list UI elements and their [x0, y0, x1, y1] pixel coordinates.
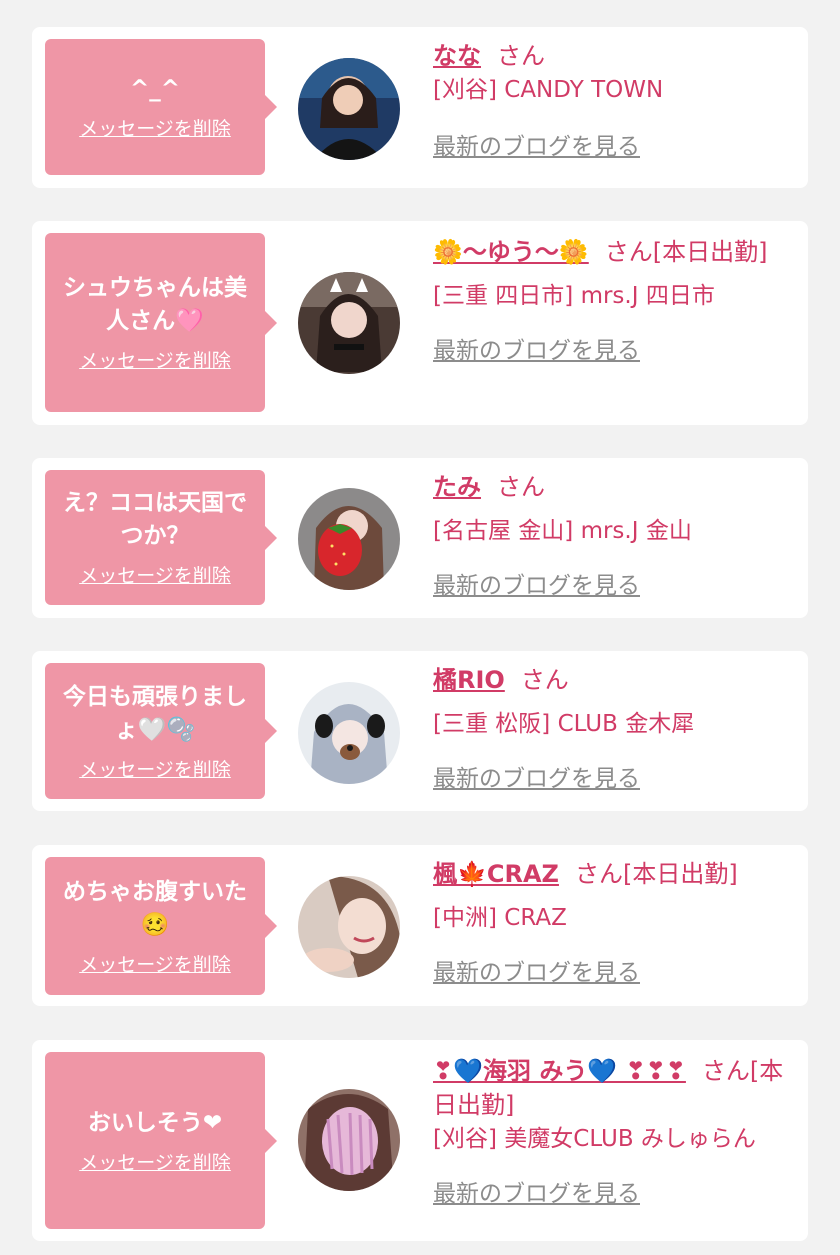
delete-message-link[interactable]: メッセージを削除: [79, 561, 231, 588]
message-bubble: え？ココは天国でつか？ メッセージを削除: [45, 470, 277, 605]
message-bubble: おいしそう❤ メッセージを削除: [45, 1052, 277, 1229]
delete-message-link[interactable]: メッセージを削除: [79, 950, 231, 977]
avatar[interactable]: [298, 272, 400, 374]
delete-message-link[interactable]: メッセージを削除: [79, 1148, 231, 1175]
cast-info: たみ さん [名古屋 金山] mrs.J 金山 最新のブログを見る: [433, 470, 795, 600]
cast-info: 橘RIO さん [三重 松阪] CLUB 金木犀 最新のブログを見る: [433, 663, 795, 793]
shop-name: [名古屋 金山] mrs.J 金山: [433, 518, 692, 544]
latest-blog-link[interactable]: 最新のブログを見る: [433, 127, 640, 161]
cast-name-link[interactable]: 楓🍁CRAZ: [433, 860, 559, 888]
message-bubble: 今日も頑張りましょ🤍🫧 メッセージを削除: [45, 663, 277, 799]
shop-name: [刈谷] CANDY TOWN: [433, 77, 664, 103]
cast-info: 🌼〜ゆう〜🌼 さん[本日出勤] [三重 四日市] mrs.J 四日市 最新のブログ…: [433, 235, 795, 365]
shop-name: [三重 松阪] CLUB 金木犀: [433, 711, 695, 737]
favorite-card: 今日も頑張りましょ🤍🫧 メッセージを削除 橘RIO さん [三重 松阪] CLUB…: [32, 651, 808, 811]
favorites-list: ^_^ メッセージを削除 なな さん [刈谷] CANDY TOWN 最新のブログ…: [0, 0, 840, 1255]
name-suffix: さん[本日出勤]: [604, 238, 768, 266]
avatar[interactable]: [298, 488, 400, 590]
message-text: ^_^: [129, 76, 181, 102]
message-text: おいしそう❤: [87, 1109, 223, 1136]
favorite-card: ^_^ メッセージを削除 なな さん [刈谷] CANDY TOWN 最新のブログ…: [32, 27, 808, 188]
shop-name: [中洲] CRAZ: [433, 905, 567, 931]
cast-name-link[interactable]: たみ: [433, 473, 481, 501]
latest-blog-link[interactable]: 最新のブログを見る: [433, 566, 640, 600]
latest-blog-link[interactable]: 最新のブログを見る: [433, 1174, 640, 1208]
message-bubble: シュウちゃんは美人さん🩷 メッセージを削除: [45, 233, 277, 412]
delete-message-link[interactable]: メッセージを削除: [79, 755, 231, 782]
avatar[interactable]: [298, 58, 400, 160]
cast-name-link[interactable]: なな: [433, 42, 481, 70]
cast-name-link[interactable]: 橘RIO: [433, 666, 505, 694]
message-text: シュウちゃんは美人さん🩷: [63, 275, 247, 334]
shop-name: [刈谷] 美魔女CLUB みしゅらん: [433, 1126, 756, 1152]
favorite-card: おいしそう❤ メッセージを削除 ❣💙海羽 みう💙 ❣❣❣ さん[本日出勤] [刈谷…: [32, 1040, 808, 1241]
name-suffix: さん: [497, 42, 545, 70]
favorite-card: シュウちゃんは美人さん🩷 メッセージを削除 🌼〜ゆう〜🌼 さん[本日出勤] [三重…: [32, 221, 808, 425]
cast-info: なな さん [刈谷] CANDY TOWN 最新のブログを見る: [433, 39, 795, 161]
name-suffix: さん[本日出勤]: [574, 860, 738, 888]
avatar[interactable]: [298, 1089, 400, 1191]
cast-name-link[interactable]: 🌼〜ゆう〜🌼: [433, 238, 589, 266]
name-suffix: さん: [497, 473, 545, 501]
message-bubble: ^_^ メッセージを削除: [45, 39, 277, 175]
delete-message-link[interactable]: メッセージを削除: [79, 346, 231, 373]
favorite-card: めちゃお腹すいた🥴 メッセージを削除 楓🍁CRAZ さん[本日出勤] [中洲] C…: [32, 845, 808, 1006]
favorite-card: え？ココは天国でつか？ メッセージを削除 たみ さん [名古屋 金山] mrs.J…: [32, 458, 808, 618]
message-text: え？ココは天国でつか？: [63, 490, 247, 549]
latest-blog-link[interactable]: 最新のブログを見る: [433, 331, 640, 365]
message-text: 今日も頑張りましょ🤍🫧: [63, 683, 247, 743]
delete-message-link[interactable]: メッセージを削除: [79, 114, 231, 141]
cast-info: ❣💙海羽 みう💙 ❣❣❣ さん[本日出勤] [刈谷] 美魔女CLUB みしゅらん …: [433, 1054, 795, 1208]
latest-blog-link[interactable]: 最新のブログを見る: [433, 953, 640, 987]
latest-blog-link[interactable]: 最新のブログを見る: [433, 759, 640, 793]
message-text: めちゃお腹すいた🥴: [63, 878, 247, 938]
cast-info: 楓🍁CRAZ さん[本日出勤] [中洲] CRAZ 最新のブログを見る: [433, 857, 795, 987]
cast-name-link[interactable]: ❣💙海羽 みう💙 ❣❣❣: [433, 1057, 686, 1085]
name-suffix: さん: [520, 666, 569, 694]
shop-name: [三重 四日市] mrs.J 四日市: [433, 283, 715, 309]
avatar[interactable]: [298, 682, 400, 784]
avatar[interactable]: [298, 876, 400, 978]
message-bubble: めちゃお腹すいた🥴 メッセージを削除: [45, 857, 277, 995]
